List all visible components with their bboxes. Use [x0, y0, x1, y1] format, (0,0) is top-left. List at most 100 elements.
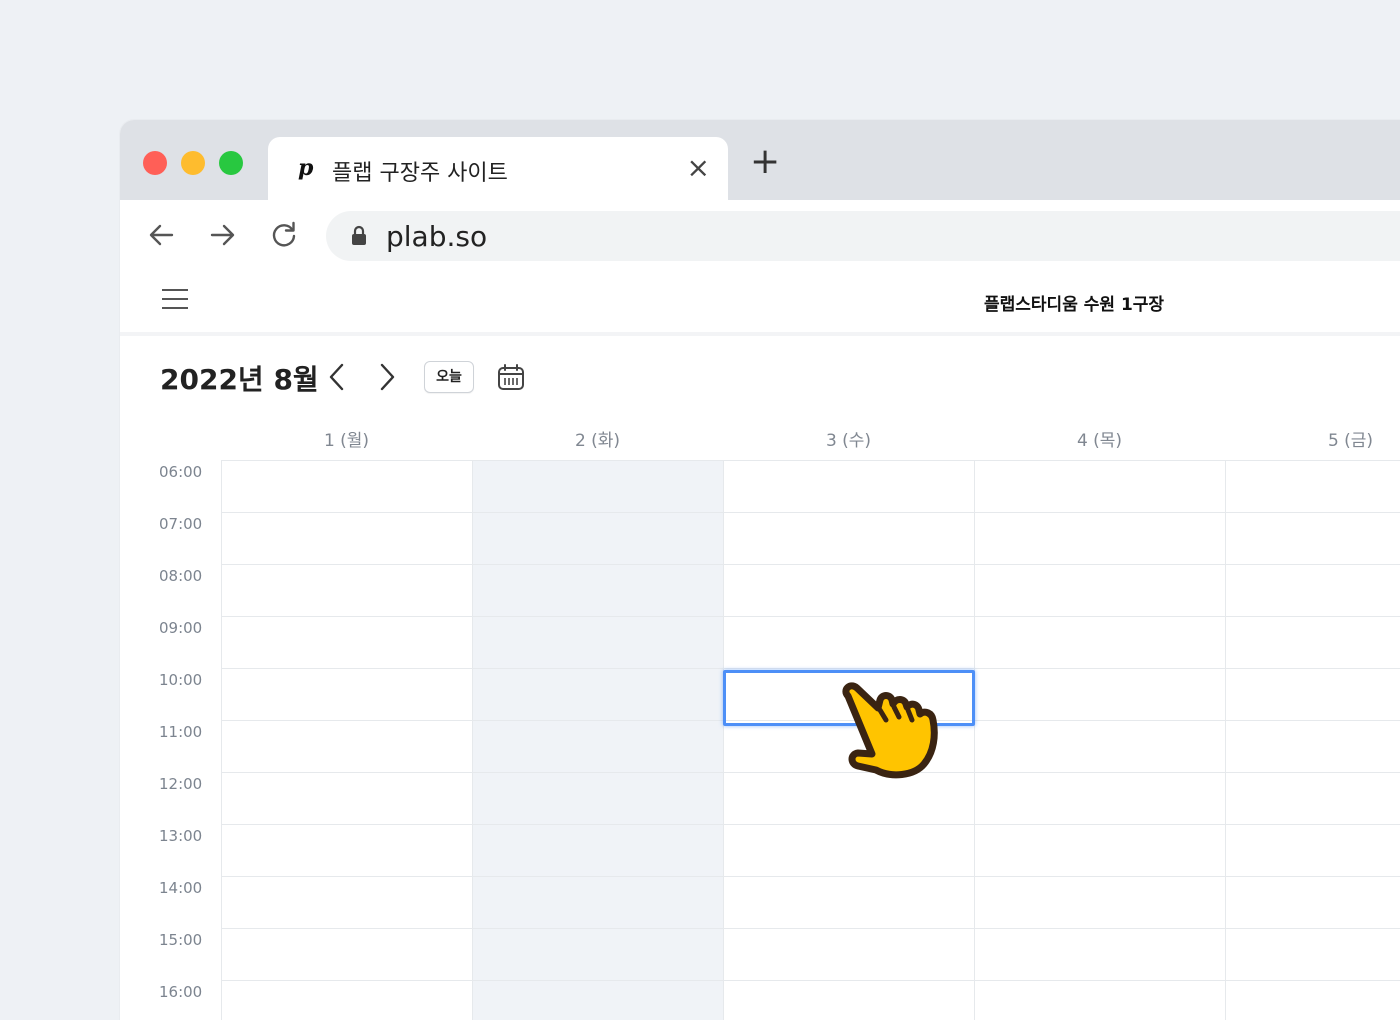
time-slot[interactable]: [221, 616, 472, 668]
time-slot[interactable]: [221, 512, 472, 564]
tab-title: 플랩 구장주 사이트: [332, 161, 508, 186]
time-slot[interactable]: [974, 772, 1225, 824]
app-header: 플랩스타디움 수원 1구장: [120, 272, 1400, 336]
time-slot[interactable]: [974, 928, 1225, 980]
minimize-window-button[interactable]: [181, 151, 205, 175]
day-header-3[interactable]: 3 (수): [723, 426, 974, 460]
time-slot[interactable]: [221, 876, 472, 928]
time-label: 16:00: [159, 983, 203, 1001]
time-slot[interactable]: [472, 824, 723, 876]
time-slot[interactable]: [472, 460, 723, 512]
venue-name: 플랩스타디움 수원 1구장: [984, 295, 1165, 315]
time-slot[interactable]: [472, 668, 723, 720]
time-slot[interactable]: [974, 616, 1225, 668]
time-slot[interactable]: [1225, 668, 1400, 720]
time-label: 08:00: [159, 567, 203, 585]
time-label: 06:00: [159, 463, 203, 481]
time-slot[interactable]: [974, 980, 1225, 1020]
time-slot[interactable]: [221, 772, 472, 824]
time-slot[interactable]: [221, 668, 472, 720]
calendar-header: 2022년 8월 오늘: [120, 336, 1400, 426]
time-slot[interactable]: [723, 512, 974, 564]
day-header-1[interactable]: 1 (월): [221, 426, 472, 460]
time-slot[interactable]: [472, 928, 723, 980]
time-slot[interactable]: [221, 980, 472, 1020]
time-label: 14:00: [159, 879, 203, 897]
time-slot[interactable]: [974, 512, 1225, 564]
time-slot[interactable]: [1225, 720, 1400, 772]
week-time-grid: [221, 460, 1400, 1020]
time-slot[interactable]: [723, 564, 974, 616]
new-tab-button[interactable]: +: [750, 144, 780, 180]
time-slot[interactable]: [974, 460, 1225, 512]
time-slot[interactable]: [1225, 876, 1400, 928]
browser-window: p 플랩 구장주 사이트 × + plab.so 플랩스타디움 수원 1구장 2…: [120, 120, 1400, 1020]
browser-toolbar: plab.so: [120, 200, 1400, 272]
today-button[interactable]: 오늘: [424, 361, 474, 393]
reload-icon: [272, 221, 296, 247]
time-slot[interactable]: [1225, 824, 1400, 876]
time-slot[interactable]: [723, 720, 974, 772]
month-title: 2022년 8월: [160, 363, 319, 396]
time-slot[interactable]: [974, 668, 1225, 720]
browser-titlebar: p 플랩 구장주 사이트 × +: [120, 120, 1400, 200]
time-slot[interactable]: [472, 564, 723, 616]
plab-favicon-icon: p: [298, 155, 314, 181]
time-slot[interactable]: [472, 980, 723, 1020]
forward-button[interactable]: [204, 217, 240, 253]
tab-close-icon[interactable]: ×: [687, 151, 710, 184]
selected-time-slot[interactable]: [723, 670, 975, 726]
time-slot[interactable]: [974, 824, 1225, 876]
chevron-left-icon[interactable]: [322, 360, 352, 394]
day-header-5[interactable]: 5 (금): [1225, 426, 1400, 460]
time-slot[interactable]: [1225, 512, 1400, 564]
address-bar[interactable]: plab.so: [326, 211, 1400, 261]
close-window-button[interactable]: [143, 151, 167, 175]
time-slot[interactable]: [974, 720, 1225, 772]
arrow-left-icon: [149, 224, 174, 246]
time-slot[interactable]: [723, 772, 974, 824]
hamburger-menu-icon[interactable]: [162, 289, 188, 311]
arrow-right-icon: [210, 224, 235, 246]
time-label: 10:00: [159, 671, 203, 689]
time-slot[interactable]: [221, 720, 472, 772]
time-label: 13:00: [159, 827, 203, 845]
time-slot[interactable]: [723, 460, 974, 512]
time-slot[interactable]: [1225, 980, 1400, 1020]
chevron-right-icon[interactable]: [372, 360, 402, 394]
time-slot[interactable]: [1225, 460, 1400, 512]
time-label: 12:00: [159, 775, 203, 793]
time-slot[interactable]: [221, 460, 472, 512]
time-slot[interactable]: [974, 876, 1225, 928]
time-slot[interactable]: [1225, 564, 1400, 616]
time-slot[interactable]: [1225, 928, 1400, 980]
time-slot[interactable]: [472, 720, 723, 772]
time-slot[interactable]: [723, 980, 974, 1020]
reload-button[interactable]: [266, 217, 302, 253]
time-slot[interactable]: [472, 616, 723, 668]
time-label: 15:00: [159, 931, 203, 949]
calendar-icon[interactable]: [496, 362, 526, 392]
time-slot[interactable]: [472, 512, 723, 564]
time-slot[interactable]: [974, 564, 1225, 616]
time-slot[interactable]: [1225, 772, 1400, 824]
time-slot[interactable]: [723, 876, 974, 928]
lock-icon: [352, 225, 366, 245]
back-button[interactable]: [144, 217, 180, 253]
time-slot[interactable]: [221, 824, 472, 876]
time-slot[interactable]: [723, 616, 974, 668]
browser-tab[interactable]: p 플랩 구장주 사이트 ×: [268, 137, 728, 200]
time-label: 07:00: [159, 515, 203, 533]
time-slot[interactable]: [1225, 616, 1400, 668]
time-label: 11:00: [159, 723, 203, 741]
time-slot[interactable]: [472, 876, 723, 928]
maximize-window-button[interactable]: [219, 151, 243, 175]
time-slot[interactable]: [723, 928, 974, 980]
time-slot[interactable]: [221, 564, 472, 616]
time-slot[interactable]: [723, 824, 974, 876]
day-header-2[interactable]: 2 (화): [472, 426, 723, 460]
day-header-4[interactable]: 4 (목): [974, 426, 1225, 460]
time-slot[interactable]: [221, 928, 472, 980]
time-slot[interactable]: [472, 772, 723, 824]
url-text: plab.so: [386, 220, 488, 253]
